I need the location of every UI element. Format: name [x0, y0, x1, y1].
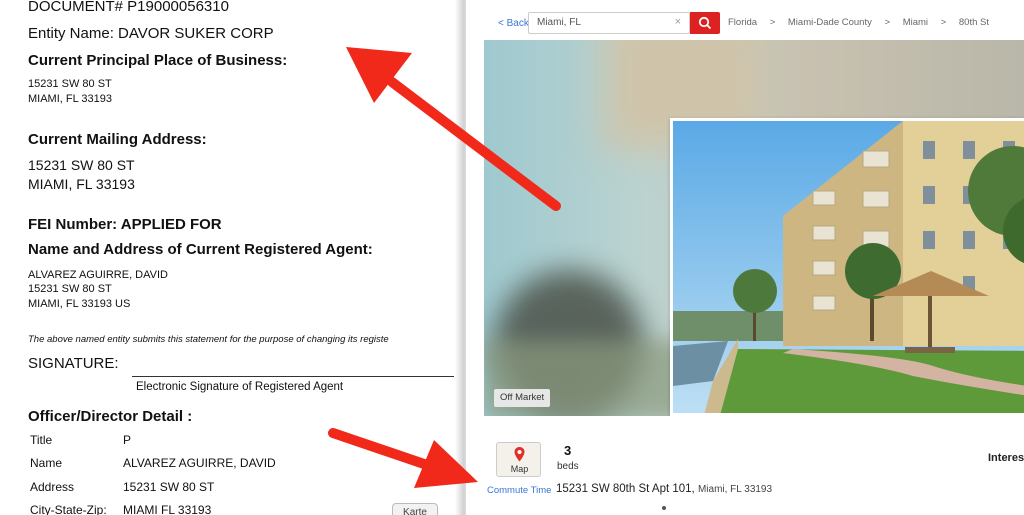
fei-number: FEI Number: APPLIED FOR — [28, 216, 222, 233]
document-number: DOCUMENT# P19000056310 — [28, 0, 229, 15]
close-icon[interactable]: × — [675, 16, 681, 28]
search-icon — [698, 16, 712, 30]
signature-label: SIGNATURE: — [28, 355, 119, 372]
property-photo[interactable] — [670, 118, 1024, 416]
entity-name: Entity Name: DAVOR SUKER CORP — [28, 25, 274, 42]
breadcrumb-item[interactable]: Miami-Dade County — [788, 17, 872, 28]
breadcrumb-separator: > — [940, 17, 947, 28]
status-badge: Off Market — [494, 389, 551, 407]
signature-line — [132, 376, 454, 377]
back-link[interactable]: < Back — [498, 18, 529, 29]
scroll-indicator — [662, 506, 666, 510]
officer-value: ALVAREZ AGUIRRE, DAVID — [123, 456, 276, 470]
listing-topbar: < Back Miami, FL × Florida > Miami-Dade … — [466, 0, 1024, 36]
officer-value: 15231 SW 80 ST — [123, 480, 215, 494]
commute-time-link[interactable]: Commute Time — [487, 485, 551, 496]
mailing-line2: MIAMI, FL 33193 — [28, 176, 135, 192]
officer-key: Address — [30, 480, 75, 494]
breadcrumb-separator: > — [884, 17, 891, 28]
breadcrumb-item[interactable]: Miami — [903, 17, 928, 28]
agent-line3: MIAMI, FL 33193 US — [28, 298, 131, 310]
principal-line1: 15231 SW 80 ST — [28, 78, 112, 90]
signature-caption: Electronic Signature of Registered Agent — [136, 381, 344, 393]
agent-line2: 15231 SW 80 ST — [28, 283, 112, 295]
officer-key: Title — [30, 433, 53, 447]
breadcrumb-separator: > — [769, 17, 776, 28]
beds-count: 3 — [564, 443, 572, 458]
listing-info: Map Commute Time 3 beds 15231 SW 80th St… — [466, 420, 1024, 515]
breadcrumb-item[interactable]: 80th St — [959, 17, 989, 28]
officer-value: MIAMI FL 33193 — [123, 503, 212, 515]
karte-button[interactable]: Karte — [392, 503, 438, 515]
statement-text: The above named entity submits this stat… — [28, 334, 389, 345]
street-address: 15231 SW 80th St Apt 101, — [556, 483, 695, 495]
city-state-zip: Miami, FL 33193 — [697, 484, 773, 495]
search-input[interactable]: Miami, FL × — [528, 12, 690, 34]
officer-key: City-State-Zip: — [30, 503, 107, 515]
agent-heading: Name and Address of Current Registered A… — [28, 241, 373, 258]
map-button[interactable]: Map — [496, 442, 541, 477]
search-button[interactable] — [690, 12, 720, 34]
breadcrumb: Florida > Miami-Dade County > Miami > 80… — [728, 17, 999, 28]
search-value: Miami, FL — [537, 17, 581, 28]
breadcrumb-item[interactable]: Florida — [728, 17, 757, 28]
map-label: Map — [510, 464, 529, 474]
beds-label: beds — [557, 461, 579, 472]
map-pin-icon — [514, 447, 525, 462]
photo-gallery[interactable] — [484, 40, 1024, 416]
mailing-line1: 15231 SW 80 ST — [28, 157, 135, 173]
officer-value: P — [123, 433, 132, 447]
property-listing: < Back Miami, FL × Florida > Miami-Dade … — [466, 0, 1024, 515]
officer-heading: Officer/Director Detail : — [28, 408, 193, 425]
principal-heading: Current Principal Place of Business: — [28, 52, 288, 69]
annual-report-document: DOCUMENT# P19000056310 Entity Name: DAVO… — [0, 0, 462, 515]
principal-line2: MIAMI, FL 33193 — [28, 93, 112, 105]
agent-line1: ALVAREZ AGUIRRE, DAVID — [28, 269, 168, 281]
mailing-heading: Current Mailing Address: — [28, 131, 207, 148]
officer-key: Name — [30, 456, 63, 470]
interest-label: Interes — [988, 452, 1024, 464]
listing-address: 15231 SW 80th St Apt 101, Miami, FL 3319… — [556, 483, 772, 495]
